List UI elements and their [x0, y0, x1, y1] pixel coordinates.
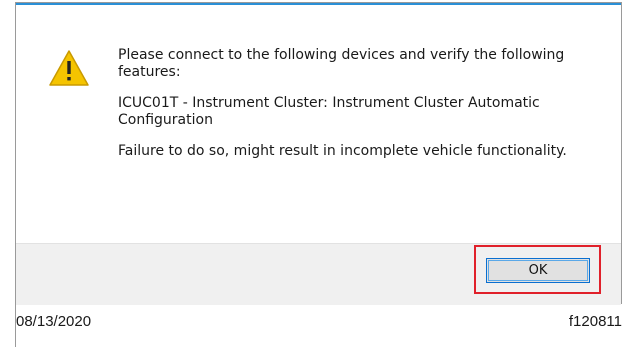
dialog-message: Please connect to the following devices …: [118, 47, 608, 174]
dialog-content: Please connect to the following devices …: [16, 11, 621, 243]
dialog-top-border: [16, 3, 621, 11]
message-line-feature: ICUC01T - Instrument Cluster: Instrument…: [118, 95, 540, 128]
caption-reference: f120811: [568, 313, 622, 330]
message-line-warning: Failure to do so, might result in incomp…: [118, 143, 567, 159]
figure-frame: Please connect to the following devices …: [0, 0, 636, 347]
ok-button-highlight: OK: [474, 245, 601, 294]
caption-date: 08/13/2020: [16, 313, 92, 330]
warning-icon: [48, 49, 90, 87]
ok-button[interactable]: OK: [486, 258, 590, 283]
message-line-devices: Please connect to the following devices …: [118, 47, 565, 80]
